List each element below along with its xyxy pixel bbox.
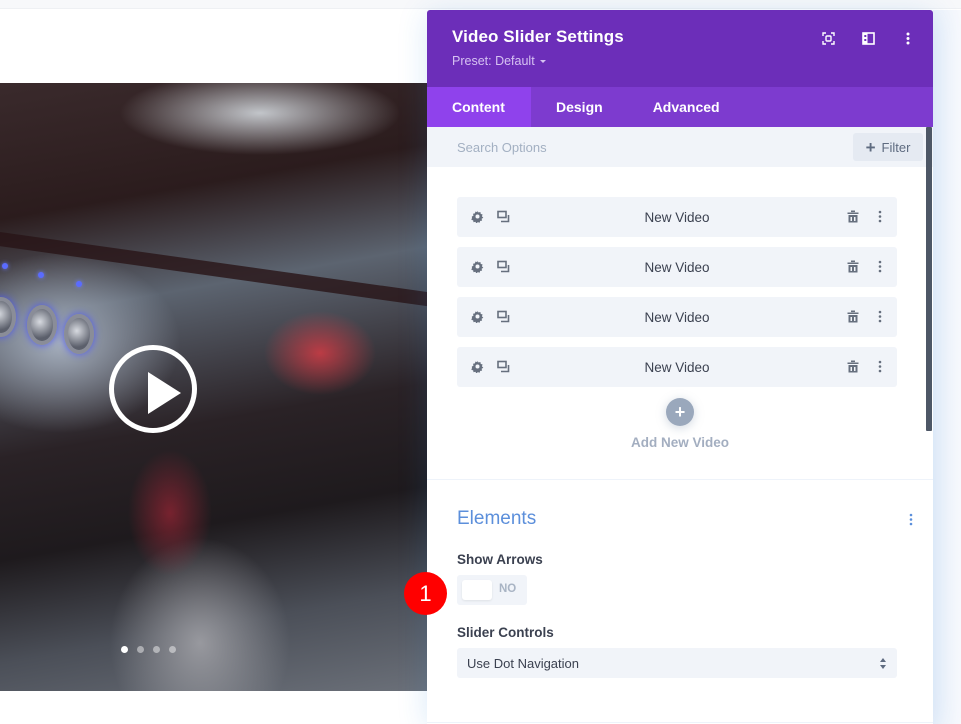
video-frame-detail [2,263,8,269]
slider-dot-navigation [121,646,176,653]
slider-dot-3[interactable] [153,646,160,653]
tab-advanced[interactable]: Advanced [628,87,745,127]
duplicate-icon[interactable] [496,309,510,323]
preset-dropdown[interactable]: Preset: Default [452,54,546,68]
video-slider-preview[interactable] [0,83,427,691]
page: Video Slider Settings Preset: Default Co… [0,0,961,724]
video-item-label: New Video [644,209,710,225]
show-arrows-label: Show Arrows [457,552,543,567]
play-icon [148,372,181,414]
slider-controls-select[interactable]: Use Dot Navigation [457,648,897,678]
caret-down-icon [539,59,546,63]
slider-controls-label: Slider Controls [457,625,554,640]
trash-icon[interactable] [846,309,860,323]
slider-dot-1[interactable] [121,646,128,653]
add-new-video-label: Add New Video [630,435,729,450]
trash-icon[interactable] [846,359,860,373]
video-list-item[interactable]: New Video [457,247,897,287]
video-item-label: New Video [644,309,710,325]
duplicate-icon[interactable] [496,209,510,223]
item-more-options-icon[interactable] [873,259,887,273]
preset-label: Preset: Default [452,54,535,68]
panel-header[interactable]: Video Slider Settings Preset: Default [427,10,933,87]
video-list-item[interactable]: New Video [457,297,897,337]
annotation-badge: 1 [404,572,447,615]
panel-scrollbar[interactable] [926,127,932,431]
tab-design[interactable]: Design [531,87,628,127]
video-frame-detail [64,314,94,354]
panel-tabs: Content Design Advanced [427,87,933,127]
show-arrows-toggle[interactable]: NO [457,575,527,605]
trash-icon[interactable] [846,209,860,223]
item-more-options-icon[interactable] [873,359,887,373]
slider-controls-value: Use Dot Navigation [467,655,579,671]
video-list-item[interactable]: New Video [457,347,897,387]
filter-label: Filter [881,139,911,155]
video-frame-detail [38,272,44,278]
video-frame-detail [0,297,16,337]
gear-icon[interactable] [470,309,484,323]
video-frame-detail [27,305,57,345]
gear-icon[interactable] [470,359,484,373]
add-new-video-button[interactable]: + Add New Video [427,398,933,450]
search-options-input[interactable] [457,139,757,155]
panel-shadow [933,10,961,724]
split-view-icon[interactable] [861,31,875,45]
plus-icon: + [865,137,876,157]
trash-icon[interactable] [846,259,860,273]
slider-dot-2[interactable] [137,646,144,653]
tab-content[interactable]: Content [427,87,531,127]
gear-icon[interactable] [470,259,484,273]
elements-section-title[interactable]: Elements [457,508,903,530]
video-slider-settings-panel: Video Slider Settings Preset: Default Co… [427,10,933,724]
add-icon: + [666,398,694,426]
header-actions [821,31,915,45]
focus-mode-icon[interactable] [821,31,835,45]
video-frame-detail [0,229,427,311]
play-button[interactable] [109,345,197,433]
video-item-label: New Video [644,259,710,275]
more-options-icon[interactable] [901,31,915,45]
video-item-label: New Video [644,359,710,375]
elements-section: Elements Show Arrows NO Slider Controls … [427,480,933,678]
video-list: New Video New Video New Video New Video [427,167,933,387]
duplicate-icon[interactable] [496,359,510,373]
item-more-options-icon[interactable] [873,309,887,323]
select-arrows-icon [880,657,886,672]
video-list-item[interactable]: New Video [457,197,897,237]
duplicate-icon[interactable] [496,259,510,273]
slider-dot-4[interactable] [169,646,176,653]
toggle-state-label: NO [499,583,517,595]
section-divider [427,722,933,723]
item-more-options-icon[interactable] [873,209,887,223]
section-more-options-icon[interactable] [909,513,913,531]
video-frame-detail [76,281,82,287]
toggle-knob [462,580,492,600]
gear-icon[interactable] [470,209,484,223]
search-row: + Filter [427,127,933,167]
filter-button[interactable]: + Filter [853,133,923,161]
top-toolbar-strip [0,0,961,9]
